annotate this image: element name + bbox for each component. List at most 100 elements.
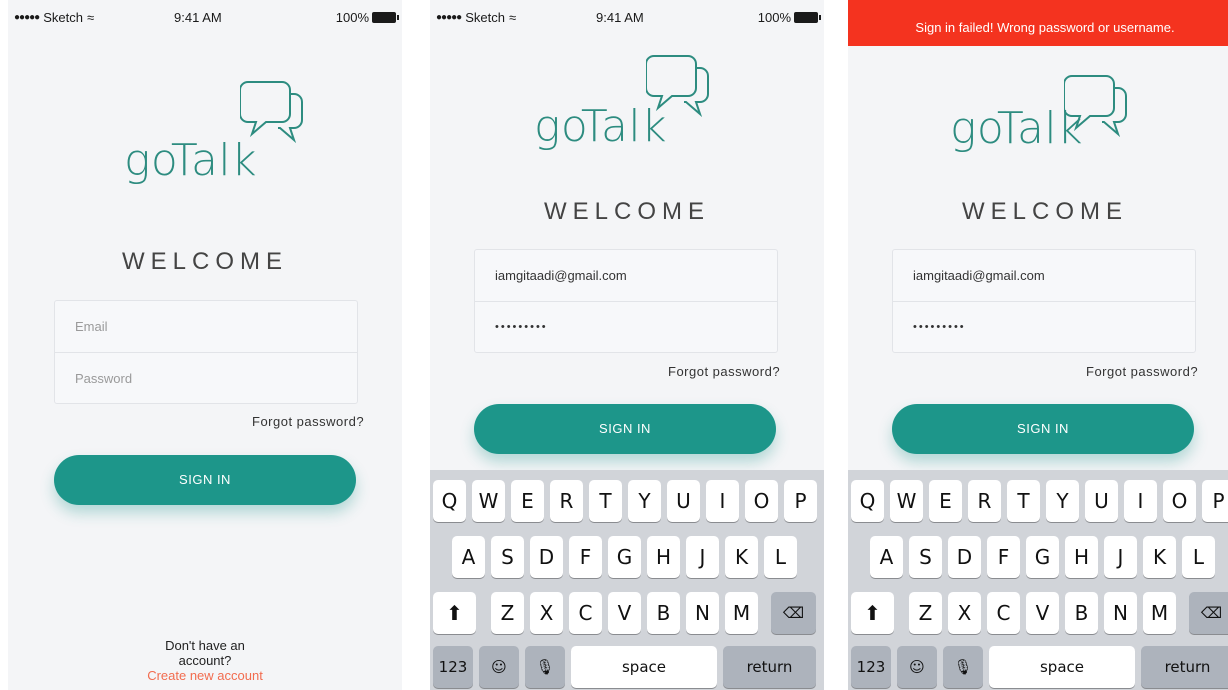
key-h[interactable]: H — [647, 536, 680, 578]
key-m[interactable]: M — [1143, 592, 1176, 634]
shift-icon[interactable]: ⬆ — [851, 592, 894, 634]
backspace-icon[interactable]: ⌫ — [771, 592, 816, 634]
key-u[interactable]: U — [1085, 480, 1118, 522]
key-l[interactable]: L — [764, 536, 797, 578]
key-k[interactable]: K — [1143, 536, 1176, 578]
key-v[interactable]: V — [1026, 592, 1059, 634]
email-field[interactable]: iamgitaadi@gmail.com — [893, 250, 1195, 301]
logo-text: goTalk — [124, 135, 258, 186]
key-x[interactable]: X — [948, 592, 981, 634]
key-a[interactable]: A — [870, 536, 903, 578]
key-i[interactable]: I — [706, 480, 739, 522]
key-s[interactable]: S — [909, 536, 942, 578]
keyboard: Q W E R T Y U I O P A S D F G H J K L ⬆ … — [430, 470, 824, 690]
key-y[interactable]: Y — [1046, 480, 1079, 522]
key-i[interactable]: I — [1124, 480, 1157, 522]
carrier-name: Sketch — [465, 10, 505, 25]
key-e[interactable]: E — [929, 480, 962, 522]
key-j[interactable]: J — [686, 536, 719, 578]
key-d[interactable]: D — [948, 536, 981, 578]
key-r[interactable]: R — [550, 480, 583, 522]
numbers-key[interactable]: 123 — [433, 646, 473, 688]
password-field[interactable]: ••••••••• — [893, 301, 1195, 352]
status-time: 9:41 AM — [174, 10, 222, 25]
password-field[interactable]: Password — [55, 352, 357, 403]
forgot-password-link[interactable]: Forgot password? — [252, 414, 364, 429]
key-n[interactable]: N — [1104, 592, 1137, 634]
battery-icon — [794, 12, 821, 23]
key-g[interactable]: G — [1026, 536, 1059, 578]
key-t[interactable]: T — [589, 480, 622, 522]
app-logo: goTalk — [950, 44, 1150, 154]
key-z[interactable]: Z — [491, 592, 524, 634]
key-g[interactable]: G — [608, 536, 641, 578]
key-w[interactable]: W — [890, 480, 923, 522]
carrier-name: Sketch — [43, 10, 83, 25]
signal-icon: ●●●●● — [14, 12, 40, 23]
wifi-icon: ≈ — [86, 10, 95, 25]
key-c[interactable]: C — [569, 592, 602, 634]
password-field[interactable]: ••••••••• — [475, 301, 777, 352]
key-u[interactable]: U — [667, 480, 700, 522]
key-p[interactable]: P — [1202, 480, 1228, 522]
key-w[interactable]: W — [472, 480, 505, 522]
signup-text-line2: account? — [178, 653, 232, 668]
microphone-icon[interactable]: 🎙 — [943, 646, 983, 688]
key-a[interactable]: A — [452, 536, 485, 578]
key-l[interactable]: L — [1182, 536, 1215, 578]
forgot-password-link[interactable]: Forgot password? — [668, 364, 780, 379]
sign-in-button[interactable]: SIGN IN — [892, 404, 1194, 454]
key-o[interactable]: O — [1163, 480, 1196, 522]
key-d[interactable]: D — [530, 536, 563, 578]
key-t[interactable]: T — [1007, 480, 1040, 522]
key-o[interactable]: O — [745, 480, 778, 522]
emoji-icon[interactable]: ☺ — [479, 646, 519, 688]
key-y[interactable]: Y — [628, 480, 661, 522]
signal-icon: ●●●●● — [436, 12, 462, 23]
sign-in-button[interactable]: SIGN IN — [474, 404, 776, 454]
microphone-icon[interactable]: 🎙 — [525, 646, 565, 688]
email-field[interactable]: Email — [55, 301, 357, 352]
key-k[interactable]: K — [725, 536, 758, 578]
key-r[interactable]: R — [968, 480, 1001, 522]
emoji-icon[interactable]: ☺ — [897, 646, 937, 688]
error-banner: Sign in failed! Wrong password or userna… — [848, 0, 1228, 46]
key-b[interactable]: B — [1065, 592, 1098, 634]
backspace-icon[interactable]: ⌫ — [1189, 592, 1228, 634]
space-key[interactable]: space — [571, 646, 717, 688]
login-screen-typing: ●●●●● Sketch ≈ 9:41 AM 100% goTalk WELCO… — [430, 0, 824, 690]
sign-in-button[interactable]: SIGN IN — [54, 455, 356, 505]
key-c[interactable]: C — [987, 592, 1020, 634]
key-s[interactable]: S — [491, 536, 524, 578]
email-field[interactable]: iamgitaadi@gmail.com — [475, 250, 777, 301]
space-key[interactable]: space — [989, 646, 1135, 688]
key-b[interactable]: B — [647, 592, 680, 634]
forgot-password-link[interactable]: Forgot password? — [1086, 364, 1198, 379]
wifi-icon: ≈ — [508, 10, 517, 25]
key-h[interactable]: H — [1065, 536, 1098, 578]
key-v[interactable]: V — [608, 592, 641, 634]
login-form: iamgitaadi@gmail.com ••••••••• — [892, 249, 1196, 353]
logo-text: goTalk — [950, 103, 1084, 154]
key-p[interactable]: P — [784, 480, 817, 522]
numbers-key[interactable]: 123 — [851, 646, 891, 688]
logo-text: goTalk — [534, 101, 668, 152]
shift-icon[interactable]: ⬆ — [433, 592, 476, 634]
key-q[interactable]: Q — [851, 480, 884, 522]
key-n[interactable]: N — [686, 592, 719, 634]
key-j[interactable]: J — [1104, 536, 1137, 578]
login-screen-empty: ●●●●● Sketch ≈ 9:41 AM 100% goTalk WELCO… — [8, 0, 402, 690]
key-m[interactable]: M — [725, 592, 758, 634]
key-f[interactable]: F — [569, 536, 602, 578]
key-z[interactable]: Z — [909, 592, 942, 634]
key-x[interactable]: X — [530, 592, 563, 634]
return-key[interactable]: return — [723, 646, 816, 688]
return-key[interactable]: return — [1141, 646, 1228, 688]
key-f[interactable]: F — [987, 536, 1020, 578]
login-form: Email Password — [54, 300, 358, 404]
app-logo: goTalk — [534, 42, 734, 152]
key-e[interactable]: E — [511, 480, 544, 522]
login-screen-error: Sign in failed! Wrong password or userna… — [848, 0, 1228, 690]
create-account-link[interactable]: Create new account — [8, 668, 402, 683]
key-q[interactable]: Q — [433, 480, 466, 522]
